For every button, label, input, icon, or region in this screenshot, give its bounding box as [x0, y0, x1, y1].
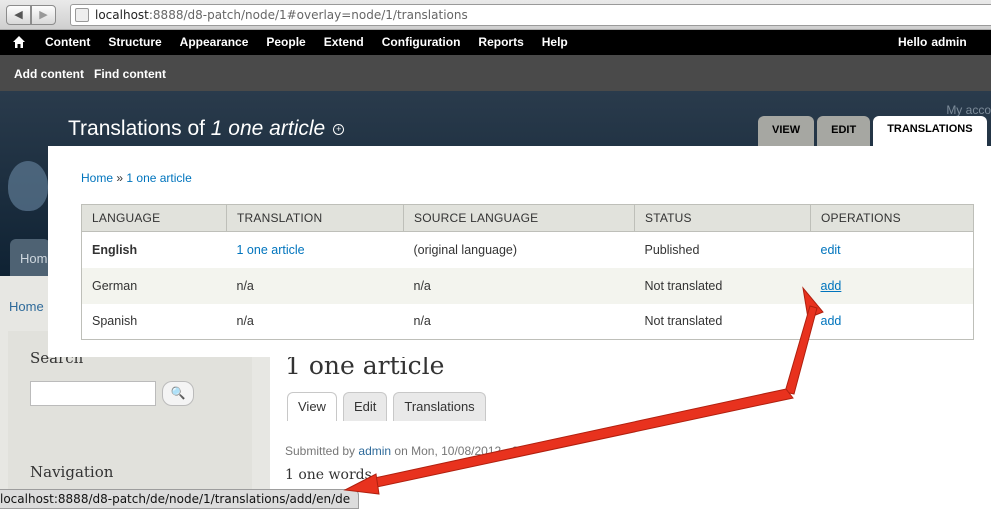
- tab-translations[interactable]: TRANSLATIONS: [873, 116, 987, 146]
- shortcuts-bar: Add content Find content: [0, 55, 991, 91]
- shortcut-add-content[interactable]: Add content: [14, 67, 84, 81]
- breadcrumb-home[interactable]: Home: [81, 171, 113, 185]
- header-source-language: SOURCE LANGUAGE: [403, 204, 635, 232]
- address-bar[interactable]: localhost:8888/d8-patch/node/1#overlay=n…: [70, 4, 991, 26]
- bg-sidebar: Search 🔍 Navigation: [8, 331, 252, 509]
- overlay-content: Home » 1 one article LANGUAGE TRANSLATIO…: [48, 146, 991, 357]
- menu-content[interactable]: Content: [45, 35, 90, 49]
- bg-submitted-line: Submitted by admin on Mon, 10/08/2012 - …: [285, 444, 525, 458]
- cell-translation: n/a: [226, 303, 404, 340]
- menu-people[interactable]: People: [266, 35, 305, 49]
- bg-main-content: 1 one article View Edit Translations Sub…: [270, 349, 991, 509]
- cell-status: Published: [634, 231, 811, 268]
- page-icon: [75, 8, 89, 22]
- add-link-spanish[interactable]: add: [810, 303, 974, 340]
- cell-status: Not translated: [634, 267, 811, 304]
- bg-tab-translations: Translations: [393, 392, 486, 421]
- cell-language: Spanish: [81, 303, 227, 340]
- overlay-tabs: VIEW EDIT TRANSLATIONS: [758, 116, 987, 146]
- overlay-title: Translations of 1 one article +: [68, 117, 345, 141]
- cell-language: English: [81, 231, 227, 268]
- bg-home-tab: Home: [10, 239, 50, 276]
- table-row: Spanish n/a n/a Not translated add: [81, 303, 974, 340]
- menu-extend[interactable]: Extend: [324, 35, 364, 49]
- bg-breadcrumb: Home: [9, 299, 44, 314]
- edit-link[interactable]: edit: [810, 231, 974, 268]
- bg-node-tabs: View Edit Translations: [287, 392, 486, 421]
- bg-search-input: [30, 381, 156, 406]
- table-row: English 1 one article (original language…: [81, 231, 974, 268]
- user-greeting: Hello admin: [898, 35, 967, 49]
- overlay-title-prefix: Translations of: [68, 117, 205, 140]
- site-logo: [8, 161, 48, 211]
- header-language: LANGUAGE: [81, 204, 227, 232]
- greeting-text: Hello: [898, 35, 928, 49]
- bg-author-link: admin: [358, 444, 392, 458]
- cell-status: Not translated: [634, 303, 811, 340]
- url-rest: :8888/d8-patch/node/1#overlay=node/1/tra…: [148, 8, 468, 22]
- bg-search-icon: 🔍: [162, 381, 194, 406]
- menu-help[interactable]: Help: [542, 35, 568, 49]
- bg-tab-view: View: [287, 392, 337, 421]
- bg-body-text: 1 one words: [285, 467, 372, 483]
- cell-language: German: [81, 267, 227, 304]
- shortcut-find-content[interactable]: Find content: [94, 67, 166, 81]
- cell-translation: n/a: [226, 267, 404, 304]
- header-translation: TRANSLATION: [226, 204, 404, 232]
- cell-source: n/a: [403, 303, 635, 340]
- cell-source: (original language): [403, 231, 635, 268]
- menu-configuration[interactable]: Configuration: [382, 35, 461, 49]
- table-row: German n/a n/a Not translated add: [81, 267, 974, 304]
- forward-button[interactable]: ▶: [31, 5, 56, 25]
- header-operations: OPERATIONS: [810, 204, 974, 232]
- breadcrumb-node[interactable]: 1 one article: [126, 171, 191, 185]
- bg-tab-edit: Edit: [342, 392, 388, 421]
- breadcrumb-separator: »: [116, 171, 124, 185]
- browser-toolbar: ◀ ▶ localhost:8888/d8-patch/node/1#overl…: [0, 0, 991, 30]
- tab-edit[interactable]: EDIT: [817, 116, 871, 146]
- bg-my-account-link: My acco: [946, 103, 991, 117]
- user-link[interactable]: admin: [931, 35, 966, 49]
- url-host: localhost: [95, 8, 149, 22]
- admin-toolbar: Content Structure Appearance People Exte…: [0, 30, 991, 55]
- overlay-title-node: 1 one article: [210, 117, 326, 140]
- bg-navigation-title: Navigation: [30, 463, 114, 481]
- back-button[interactable]: ◀: [6, 5, 31, 25]
- tab-view[interactable]: VIEW: [758, 116, 815, 146]
- status-bar-url: localhost:8888/d8-patch/de/node/1/transl…: [0, 489, 360, 509]
- cell-translation-link[interactable]: 1 one article: [226, 231, 404, 268]
- menu-reports[interactable]: Reports: [478, 35, 523, 49]
- breadcrumb: Home » 1 one article: [81, 171, 192, 185]
- table-header-row: LANGUAGE TRANSLATION SOURCE LANGUAGE STA…: [81, 204, 974, 232]
- url-text: localhost:8888/d8-patch/node/1#overlay=n…: [95, 8, 468, 22]
- header-status: STATUS: [634, 204, 811, 232]
- menu-structure[interactable]: Structure: [108, 35, 161, 49]
- bg-submitted-date: on Mon, 10/08/2012 - 21: [394, 444, 526, 458]
- translations-table: LANGUAGE TRANSLATION SOURCE LANGUAGE STA…: [81, 204, 974, 340]
- cell-source: n/a: [403, 267, 635, 304]
- home-icon[interactable]: [12, 35, 26, 49]
- bg-submitted-prefix: Submitted by: [285, 444, 356, 458]
- add-shortcut-icon[interactable]: +: [333, 123, 345, 135]
- admin-menu: Content Structure Appearance People Exte…: [45, 35, 568, 49]
- add-link-german[interactable]: add: [810, 267, 974, 304]
- menu-appearance[interactable]: Appearance: [180, 35, 249, 49]
